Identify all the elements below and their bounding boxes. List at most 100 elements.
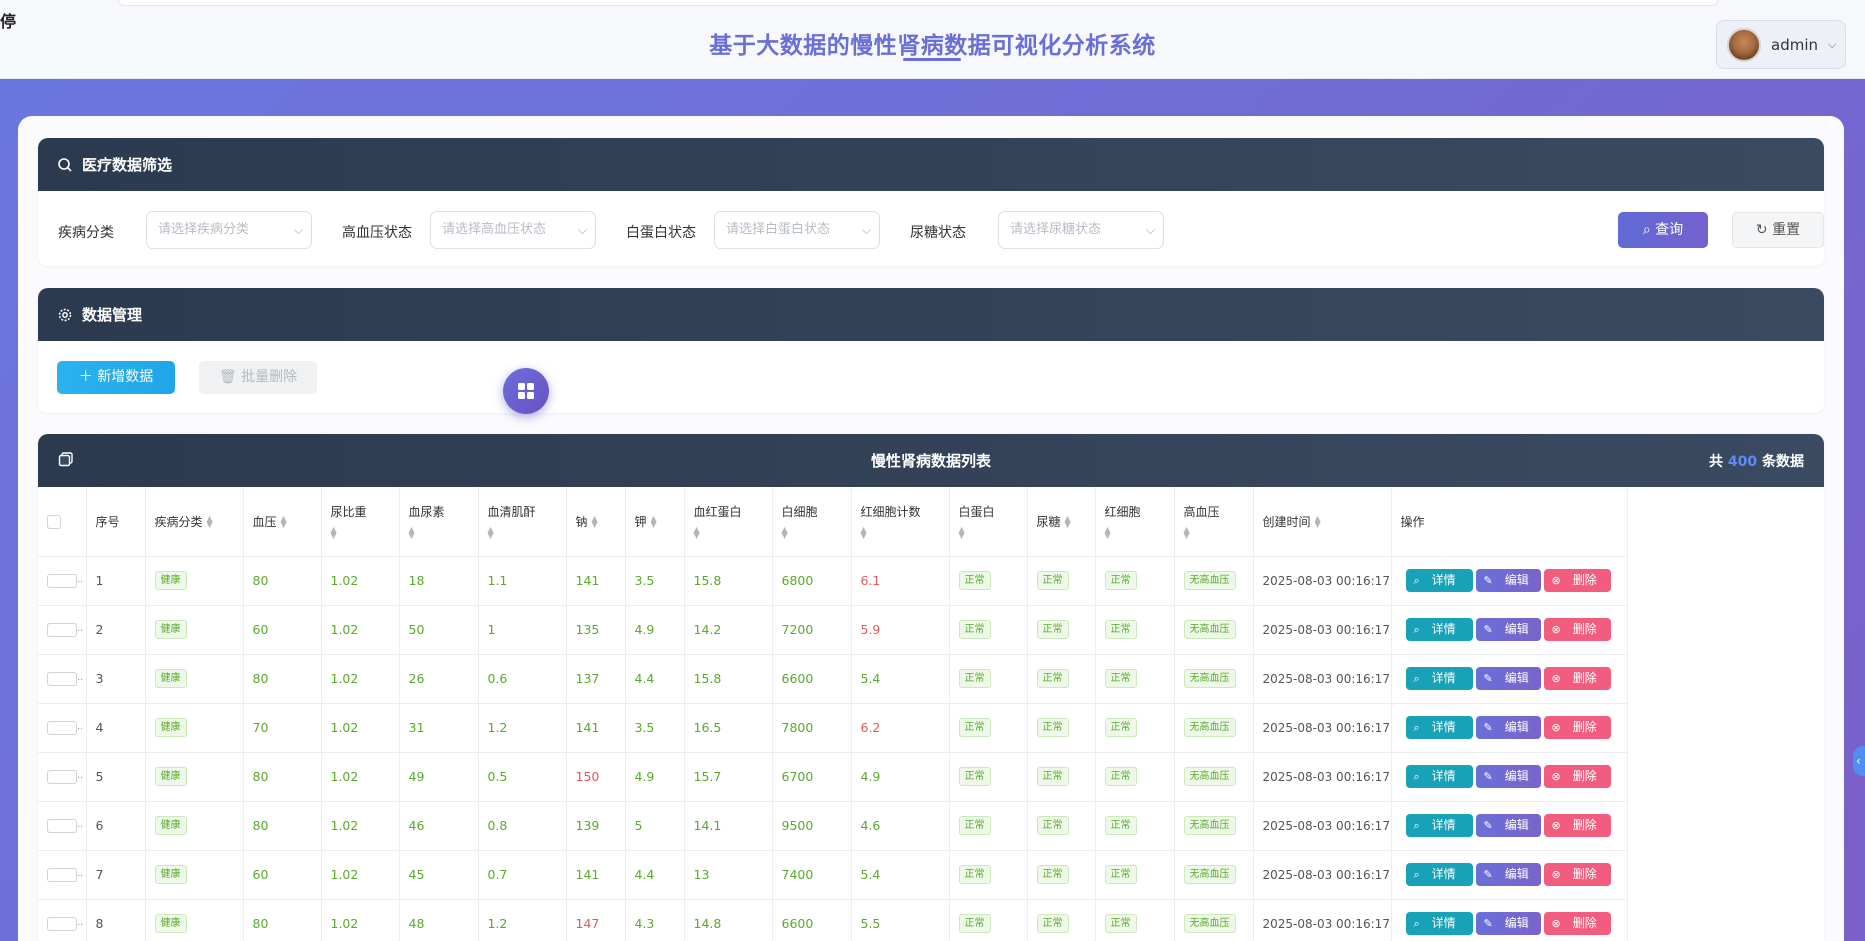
sort-icon[interactable]: ▲ ▼ (409, 526, 478, 540)
col-hemo[interactable]: 血红蛋白 ▲ ▼ (684, 487, 773, 557)
created-time: 2025-08-03 00:16:17 (1262, 721, 1390, 735)
row-checkbox[interactable] (47, 868, 77, 883)
row-select-cell[interactable]: ·· (38, 801, 87, 851)
col-sod[interactable]: 钠 ▲ ▼ (566, 487, 626, 557)
detail-button[interactable]: ⌕ 详情 (1405, 569, 1473, 592)
row-checkbox[interactable] (47, 770, 77, 785)
col-bp[interactable]: 血压 ▲ ▼ (243, 487, 322, 557)
row-checkbox[interactable] (47, 672, 77, 687)
col-wbcc[interactable]: 白细胞 ▲ ▼ (772, 487, 852, 557)
delete-button[interactable]: ⊗ 删除 (1543, 667, 1611, 690)
edit-button[interactable]: ✎ 编辑 (1475, 912, 1541, 935)
sort-icon[interactable]: ▲ ▼ (1065, 515, 1071, 529)
detail-button[interactable]: ⌕ 详情 (1405, 716, 1473, 739)
status-badge: 健康 (154, 669, 187, 688)
sort-icon[interactable]: ▲ ▼ (651, 515, 657, 529)
sugar-select[interactable]: 请选择尿糖状态 ⌵ (998, 211, 1164, 249)
col-sugar[interactable]: 尿糖 ▲ ▼ (1027, 487, 1096, 557)
col-bu[interactable]: 血尿素 ▲ ▼ (399, 487, 479, 557)
edit-button[interactable]: ✎ 编辑 (1475, 569, 1541, 592)
delete-button[interactable]: ⊗ 删除 (1543, 912, 1611, 935)
detail-button[interactable]: ⌕ 详情 (1405, 863, 1473, 886)
row-checkbox[interactable] (47, 819, 77, 834)
delete-button[interactable]: ⊗ 删除 (1543, 716, 1611, 739)
delete-button[interactable]: ⊗ 删除 (1543, 618, 1611, 641)
delete-button[interactable]: ⊗ 删除 (1543, 569, 1611, 592)
col-pot[interactable]: 钾 ▲ ▼ (625, 487, 685, 557)
reset-button[interactable]: ↻ 重置 (1732, 212, 1824, 248)
row-select-cell[interactable]: ·· (38, 899, 87, 941)
cell-value: 4.6 (860, 818, 881, 833)
sort-icon[interactable]: ▲ ▼ (1315, 515, 1321, 529)
detail-button[interactable]: ⌕ 详情 (1405, 814, 1473, 837)
col-sg[interactable]: 尿比重 ▲ ▼ (321, 487, 400, 557)
col-created[interactable]: 创建时间 ▲ ▼ (1253, 487, 1392, 557)
row-checkbox[interactable] (47, 917, 77, 932)
col-sc[interactable]: 血清肌酐 ▲ ▼ (478, 487, 567, 557)
delete-button[interactable]: ⊗ 删除 (1543, 863, 1611, 886)
row-actions: ⌕ 详情 ✎ 编辑 ⊗ 删除 (1391, 703, 1628, 753)
row-select-cell[interactable]: ·· (38, 850, 87, 900)
col-rbcc[interactable]: 红细胞计数 ▲ ▼ (851, 487, 950, 557)
edit-button[interactable]: ✎ 编辑 (1475, 667, 1541, 690)
grid-menu-button[interactable] (503, 368, 549, 414)
row-select-cell[interactable]: ·· (38, 752, 87, 802)
row-checkbox[interactable] (47, 623, 77, 638)
sort-icon[interactable]: ▲ ▼ (959, 526, 1027, 540)
sort-icon[interactable]: ▲ ▼ (488, 526, 566, 540)
table-cell: 1.02 (321, 605, 400, 655)
sort-icon[interactable]: ▲ ▼ (207, 515, 213, 529)
row-select-cell[interactable]: ·· (38, 654, 87, 704)
table-cell: 31 (399, 703, 479, 753)
row-select-cell[interactable]: ·· (38, 703, 87, 753)
col-disease[interactable]: 疾病分类 ▲ ▼ (145, 487, 244, 557)
edit-button[interactable]: ✎ 编辑 (1475, 863, 1541, 886)
grid-icon (518, 383, 534, 399)
disease-select[interactable]: 请选择疾病分类 ⌵ (146, 211, 312, 249)
sort-icon[interactable]: ▲ ▼ (694, 526, 772, 540)
cell-value: 7800 (781, 720, 814, 735)
user-menu[interactable]: admin ⌵ (1716, 20, 1846, 69)
col-rbc[interactable]: 红细胞 ▲ ▼ (1095, 487, 1175, 557)
edit-button[interactable]: ✎ 编辑 (1475, 765, 1541, 788)
row-checkbox[interactable] (47, 721, 77, 736)
table-cell: 4.6 (851, 801, 950, 851)
detail-button[interactable]: ⌕ 详情 (1405, 667, 1473, 690)
edit-button[interactable]: ✎ 编辑 (1475, 618, 1541, 641)
delete-button[interactable]: ⊗ 删除 (1543, 814, 1611, 837)
table-cell: 正常 (1095, 801, 1175, 851)
albumin-select[interactable]: 请选择白蛋白状态 ⌵ (714, 211, 880, 249)
sort-icon[interactable]: ▲ ▼ (1105, 526, 1174, 540)
sort-icon[interactable]: ▲ ▼ (592, 515, 598, 529)
edit-button[interactable]: ✎ 编辑 (1475, 814, 1541, 837)
cell-value: 5.4 (860, 867, 881, 882)
query-button[interactable]: ⌕ 查询 (1618, 212, 1708, 248)
detail-button[interactable]: ⌕ 详情 (1405, 765, 1473, 788)
delete-button[interactable]: ⊗ 删除 (1543, 765, 1611, 788)
sort-icon[interactable]: ▲ ▼ (281, 515, 287, 529)
col-htn[interactable]: 高血压 ▲ ▼ (1174, 487, 1254, 557)
table-cell: 137 (566, 654, 626, 704)
detail-button[interactable]: ⌕ 详情 (1405, 618, 1473, 641)
select-all-checkbox-cell[interactable] (38, 487, 87, 557)
sort-icon[interactable]: ▲ ▼ (1184, 526, 1253, 540)
row-select-cell[interactable]: ·· (38, 605, 87, 655)
row-select-cell[interactable]: ·· (38, 556, 87, 606)
hypertension-select[interactable]: 请选择高血压状态 ⌵ (430, 211, 596, 249)
edit-icon: ✎ (1483, 770, 1493, 783)
sort-icon[interactable]: ▲ ▼ (782, 526, 851, 540)
row-checkbox[interactable] (47, 574, 77, 589)
select-all-checkbox[interactable] (47, 514, 61, 529)
sort-icon[interactable]: ▲ ▼ (861, 526, 949, 540)
table-cell: 6600 (772, 654, 852, 704)
cell-value: 141 (575, 867, 600, 882)
batch-delete-button[interactable]: 🗑 批量删除 (199, 361, 317, 394)
cell-value: 15.7 (693, 769, 722, 784)
col-albumin[interactable]: 白蛋白 ▲ ▼ (949, 487, 1028, 557)
sort-icon[interactable]: ▲ ▼ (331, 526, 399, 540)
side-drawer-handle[interactable]: ‹ (1853, 746, 1865, 776)
table-cell: 无高血压 (1174, 899, 1254, 941)
detail-button[interactable]: ⌕ 详情 (1405, 912, 1473, 935)
edit-button[interactable]: ✎ 编辑 (1475, 716, 1541, 739)
add-data-button[interactable]: ＋ 新增数据 (57, 361, 175, 394)
